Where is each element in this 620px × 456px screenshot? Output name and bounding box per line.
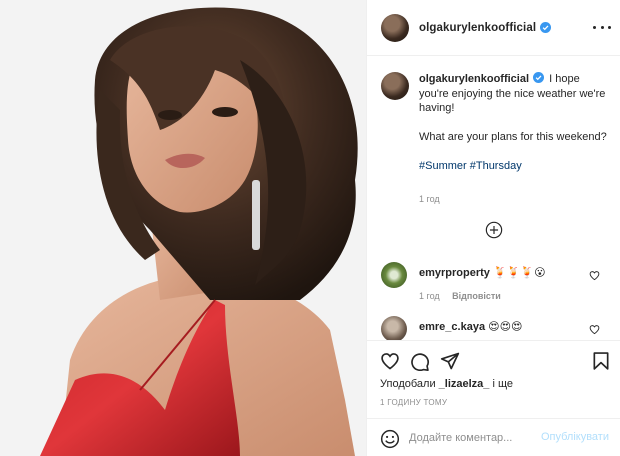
post-photo[interactable] [0, 0, 366, 456]
caption-time: 1 год [419, 194, 440, 204]
caption-avatar[interactable] [381, 72, 409, 100]
caption: olgakurylenkoofficial I hope you're enjo… [419, 72, 611, 174]
comment-icon[interactable] [410, 351, 430, 371]
comment-avatar[interactable] [381, 316, 407, 342]
comment-username[interactable]: emyrproperty [419, 267, 490, 279]
emoji-icon[interactable] [380, 429, 400, 449]
comment-text: 🍹🍹🍹😮 [492, 267, 546, 279]
likes-suffix[interactable]: і ще [492, 378, 513, 390]
likes-prefix: Уподобали [380, 378, 436, 390]
comment-avatar[interactable] [381, 262, 407, 288]
comment-meta: 1 год Відповісти [419, 291, 501, 301]
instagram-post: olgakurylenkoofficial olgakurylenkooffic… [0, 0, 620, 456]
liker-username[interactable]: _lizaelza_ [439, 378, 490, 390]
caption-username[interactable]: olgakurylenkoofficial [419, 73, 529, 85]
portrait-image [0, 0, 366, 456]
heart-icon[interactable] [380, 351, 400, 371]
post-sidebar: olgakurylenkoofficial olgakurylenkooffic… [366, 0, 620, 456]
author-username[interactable]: olgakurylenkoofficial [419, 22, 536, 34]
action-bar [367, 340, 620, 380]
send-icon[interactable] [440, 351, 460, 371]
verified-badge-icon [533, 72, 545, 83]
comment-heart-icon[interactable] [589, 324, 600, 335]
add-circle-icon[interactable] [485, 221, 503, 239]
post-header: olgakurylenkoofficial [367, 0, 620, 56]
comment-heart-icon[interactable] [589, 270, 600, 281]
bookmark-icon[interactable] [591, 351, 611, 371]
verified-badge-icon [540, 22, 552, 33]
comment-input[interactable] [409, 428, 549, 448]
more-options-icon[interactable] [593, 20, 611, 34]
author-avatar[interactable] [381, 13, 409, 42]
publish-button[interactable]: Опублікувати [541, 431, 609, 443]
comment-username[interactable]: emre_c.kaya [419, 321, 485, 333]
caption-text-line2: What are your plans for this weekend? [419, 131, 607, 143]
comment-bar: Опублікувати [367, 418, 620, 456]
comment-time: 1 год [419, 291, 440, 301]
reply-button[interactable]: Відповісти [452, 291, 501, 301]
comment-item: emyrproperty 🍹🍹🍹😮 [419, 266, 546, 279]
caption-hashtags[interactable]: #Summer #Thursday [419, 159, 611, 174]
likes-summary: Уподобали _lizaelza_ і ще [380, 378, 513, 390]
posted-time: 1 ГОДИНУ ТОМУ [380, 398, 448, 407]
comment-item: emre_c.kaya 😍😍😍 [419, 320, 523, 333]
comment-text: 😍😍😍 [488, 321, 523, 333]
